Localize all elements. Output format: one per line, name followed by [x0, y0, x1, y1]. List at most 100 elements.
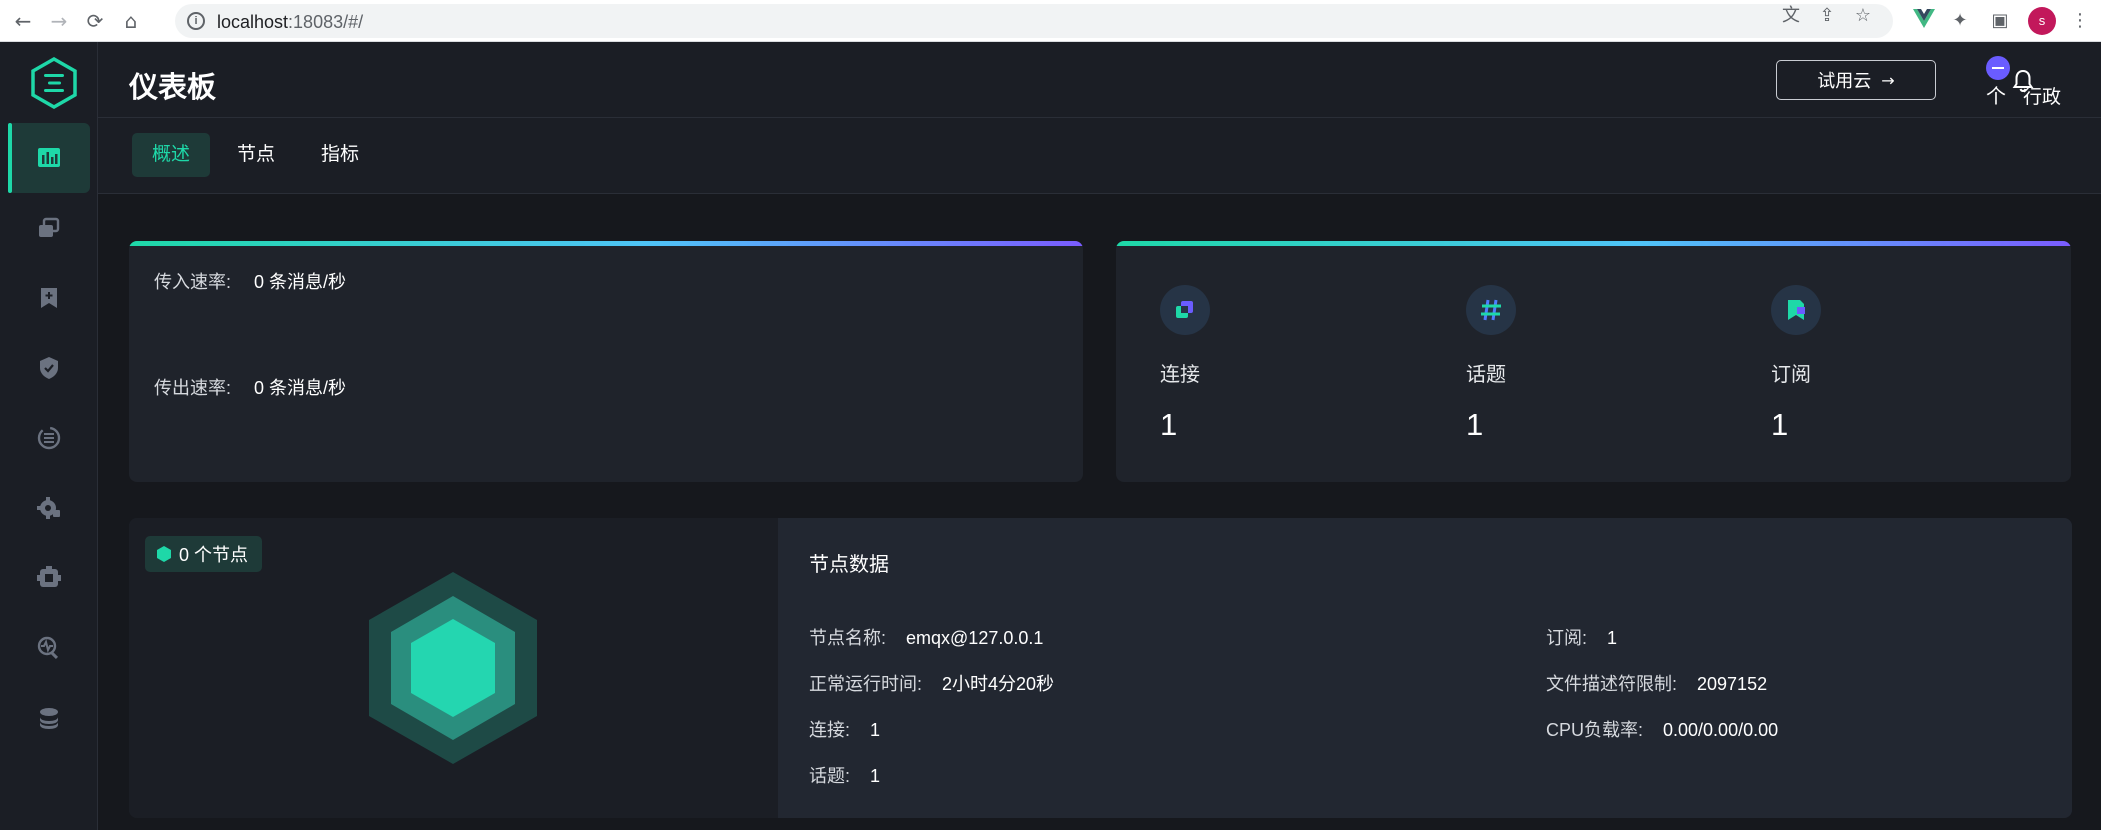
- outgoing-rate-value: 0 条消息/秒: [254, 378, 347, 398]
- outgoing-rate-label: 传出速率:: [154, 378, 232, 398]
- page-title: 仪表板: [129, 72, 217, 104]
- node-count-text: 0 个节点: [179, 545, 249, 565]
- topics-label: 话题:: [809, 766, 851, 786]
- node-data-title: 节点数据: [809, 554, 889, 576]
- reload-icon[interactable]: ⟳: [82, 8, 108, 34]
- forward-icon[interactable]: →: [46, 8, 72, 34]
- vue-logo-icon: [1913, 9, 1935, 28]
- site-info-icon[interactable]: i: [187, 12, 205, 30]
- sidebar: [0, 42, 98, 830]
- home-icon[interactable]: ⌂: [118, 8, 144, 34]
- sidebar-item-system[interactable]: [8, 683, 90, 753]
- node-graphic-panel: 0 个节点: [129, 518, 778, 818]
- url-path: :18083/#/: [288, 12, 364, 32]
- browser-toolbar: ← → ⟳ ⌂ i localhost:18083/#/ 文 ⇪ ☆ ✦ ▣ s…: [0, 0, 2101, 42]
- subscriptions-icon: [41, 288, 57, 308]
- uptime-label: 正常运行时间:: [809, 674, 923, 694]
- outgoing-rate-row: 传出速率: 0 条消息/秒: [154, 374, 346, 400]
- incoming-rate-row: 传入速率: 0 条消息/秒: [154, 268, 346, 294]
- app-header: 仪表板 试用云 → 个 行政: [98, 42, 2101, 118]
- stat-connections-value: 1: [1160, 407, 1178, 442]
- card-gradient-bar: [129, 241, 1083, 246]
- clients-icon: [39, 217, 60, 237]
- node-data-panel: 节点数据 节点名称: emqx@127.0.0.1 正常运行时间: 2小时4分20秒…: [778, 518, 2072, 818]
- subscriptions-icon: [1771, 285, 1821, 335]
- translate-icon[interactable]: 文: [1779, 4, 1803, 28]
- fd-limit-row: 文件描述符限制: 2097152: [1546, 670, 1767, 696]
- sidebar-item-diagnose[interactable]: [8, 613, 90, 683]
- incoming-rate-label: 传入速率:: [154, 272, 232, 292]
- user-name[interactable]: 行政: [2023, 82, 2061, 109]
- subscriptions-label: 订阅:: [1546, 628, 1588, 648]
- diagnose-icon: [37, 636, 59, 660]
- stat-subscriptions-label: 订阅: [1771, 364, 1811, 386]
- dashboard-icon: [38, 148, 60, 167]
- hexagon-icon: [157, 546, 171, 562]
- stat-connections: 连接 1: [1160, 285, 1410, 443]
- subscriptions-value: 1: [1607, 628, 1618, 648]
- vue-devtools-icon[interactable]: [1912, 9, 1936, 33]
- extensions-icon: [37, 566, 61, 587]
- subscriptions-row: 订阅: 1: [1546, 624, 1617, 650]
- sidebar-item-clients[interactable]: [8, 193, 90, 263]
- back-icon[interactable]: ←: [10, 8, 36, 34]
- emqx-logo-icon[interactable]: [31, 57, 77, 109]
- fd-limit-value: 2097152: [1697, 674, 1768, 694]
- tabs-bar: 概述 节点 指标: [98, 118, 2101, 194]
- stat-topics: 话题 1: [1466, 285, 1716, 443]
- node-hexagon-graphic[interactable]: [367, 570, 539, 766]
- shield-icon: [40, 357, 58, 379]
- fd-limit-label: 文件描述符限制:: [1546, 674, 1678, 694]
- stat-subscriptions-value: 1: [1771, 407, 1789, 442]
- gear-icon: [37, 497, 60, 519]
- stat-topics-value: 1: [1466, 407, 1484, 442]
- topics-row: 话题: 1: [809, 762, 880, 788]
- stats-card: 连接 1 话题 1 订阅 1: [1116, 241, 2071, 482]
- user-avatar[interactable]: [1986, 56, 2010, 80]
- uptime-value: 2小时4分20秒: [942, 674, 1055, 694]
- card-gradient-bar: [1116, 241, 2071, 246]
- try-cloud-button[interactable]: 试用云 →: [1776, 60, 1936, 100]
- message-rate-card: 传入速率: 0 条消息/秒 传出速率: 0 条消息/秒: [129, 241, 1083, 482]
- sidebar-item-subscriptions[interactable]: [8, 263, 90, 333]
- share-icon[interactable]: ⇪: [1815, 4, 1839, 28]
- stat-connections-label: 连接: [1160, 364, 1200, 386]
- extensions-icon[interactable]: ✦: [1948, 9, 1972, 33]
- connections-value: 1: [870, 720, 881, 740]
- layers-icon: [40, 708, 58, 729]
- address-bar[interactable]: i localhost:18083/#/ 文 ⇪ ☆: [175, 4, 1893, 38]
- sidebar-item-dashboard[interactable]: [8, 123, 90, 193]
- browser-menu-icon[interactable]: ⋮: [2070, 9, 2090, 33]
- incoming-rate-value: 0 条消息/秒: [254, 272, 347, 292]
- node-name-row: 节点名称: emqx@127.0.0.1: [809, 624, 1043, 650]
- connections-label: 连接:: [809, 720, 851, 740]
- stat-topics-label: 话题: [1466, 364, 1506, 386]
- side-panel-icon[interactable]: ▣: [1988, 9, 2012, 33]
- sidebar-item-management[interactable]: [8, 473, 90, 543]
- topics-icon: [1466, 285, 1516, 335]
- user-glyph: 个: [1986, 86, 2006, 108]
- node-count-badge: 0 个节点: [145, 536, 263, 572]
- connections-row: 连接: 1: [809, 716, 880, 742]
- sidebar-item-extensions[interactable]: [8, 543, 90, 613]
- url-host: localhost: [217, 12, 289, 32]
- profile-avatar[interactable]: s: [2028, 7, 2056, 35]
- main-content: 传入速率: 0 条消息/秒 传出速率: 0 条消息/秒 连接 1 话题 1 订阅…: [98, 194, 2101, 830]
- uptime-row: 正常运行时间: 2小时4分20秒: [809, 670, 1054, 696]
- topics-value: 1: [870, 766, 881, 786]
- url-text[interactable]: localhost:18083/#/: [217, 12, 363, 33]
- cpu-load-value: 0.00/0.00/0.00: [1663, 720, 1779, 740]
- integration-icon: [37, 426, 61, 450]
- cpu-load-row: CPU负载率: 0.00/0.00/0.00: [1546, 716, 1778, 742]
- arrow-right-icon: →: [1881, 70, 1895, 90]
- connections-icon: [1160, 285, 1210, 335]
- tab-overview[interactable]: 概述: [132, 133, 211, 177]
- try-cloud-label: 试用云: [1817, 71, 1872, 91]
- cpu-load-label: CPU负载率:: [1546, 720, 1644, 740]
- sidebar-item-integration[interactable]: [8, 403, 90, 473]
- tab-nodes[interactable]: 节点: [217, 133, 295, 177]
- node-card: 0 个节点 节点数据 节点名称: emqx@127.0.0.1 正常运行时间: 2小…: [129, 518, 2072, 818]
- sidebar-item-access-control[interactable]: [8, 333, 90, 403]
- bookmark-star-icon[interactable]: ☆: [1851, 4, 1875, 28]
- tab-metrics[interactable]: 指标: [301, 133, 379, 177]
